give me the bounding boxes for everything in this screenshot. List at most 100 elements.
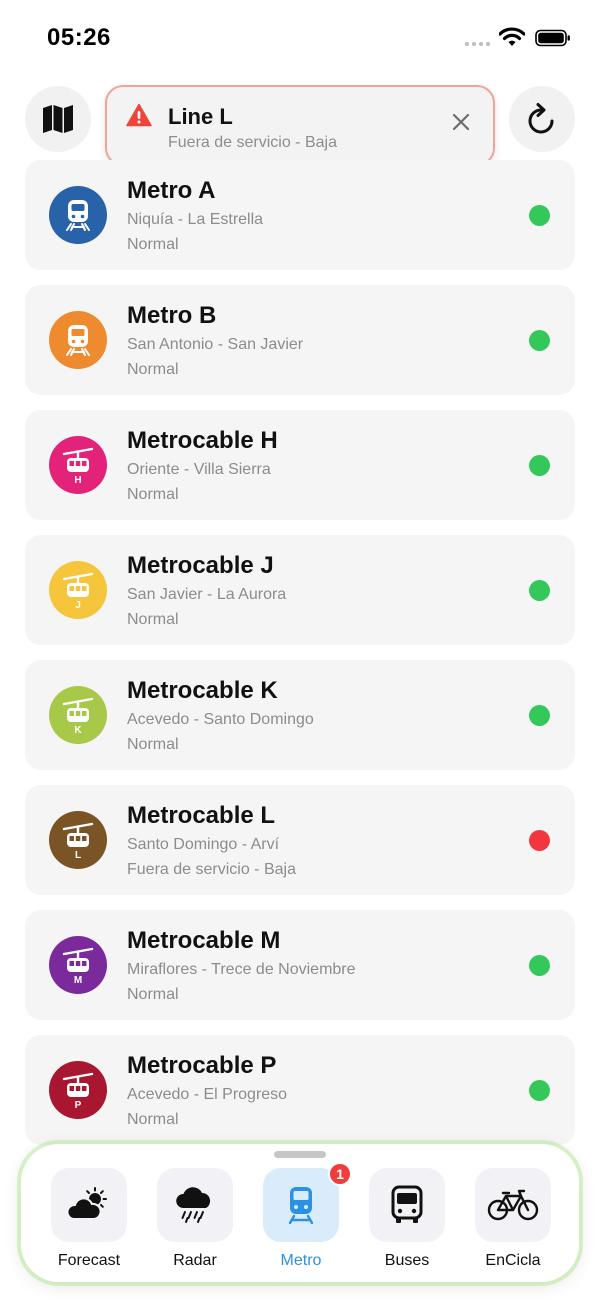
line-name: Metrocable L: [127, 802, 276, 829]
tab-icon-container: [263, 1168, 339, 1242]
alert-title: Line L: [168, 104, 233, 129]
line-card[interactable]: Metro B San Antonio - San Javier Normal: [25, 285, 575, 395]
line-name: Metrocable H: [127, 427, 278, 454]
line-card[interactable]: Metro A Niquía - La Estrella Normal: [25, 160, 575, 270]
tab-encicla[interactable]: EnCicla: [465, 1168, 561, 1278]
line-name: Metrocable P: [127, 1052, 277, 1079]
rain-cloud-icon: [176, 1187, 211, 1223]
line-status-text: Normal: [127, 611, 179, 628]
status-indicator-dot: [529, 1080, 550, 1101]
status-indicator-dot: [529, 330, 550, 351]
alert-subtitle: Fuera de servicio - Baja: [168, 134, 337, 151]
line-status-text: Normal: [127, 986, 179, 1003]
tab-icon-container: [157, 1168, 233, 1242]
line-badge: [49, 311, 107, 369]
tab-forecast[interactable]: Forecast: [41, 1168, 137, 1278]
svg-text:H: H: [74, 475, 81, 484]
tab-radar[interactable]: Radar: [147, 1168, 243, 1278]
gondola-icon: K: [62, 697, 94, 734]
line-route: Miraflores - Trece de Noviembre: [127, 961, 356, 978]
status-time: 05:26: [47, 24, 111, 51]
status-indicator-dot: [529, 580, 550, 601]
line-status-text: Normal: [127, 1111, 179, 1128]
train-icon: [66, 325, 90, 356]
map-button[interactable]: [25, 86, 91, 152]
sheet-grabber[interactable]: [274, 1151, 326, 1158]
line-route: Acevedo - El Progreso: [127, 1086, 288, 1103]
svg-text:P: P: [75, 1100, 82, 1109]
line-badge: P: [49, 1061, 107, 1119]
tab-icon-container: [369, 1168, 445, 1242]
line-card[interactable]: M Metrocable M Miraflores - Trece de Novie…: [25, 910, 575, 1020]
line-card[interactable]: H Metrocable H Oriente - Villa Sierra Norma…: [25, 410, 575, 520]
line-name: Metro A: [127, 177, 216, 204]
status-indicator-dot: [529, 205, 550, 226]
line-card[interactable]: K Metrocable K Acevedo - Santo Domingo Norm…: [25, 660, 575, 770]
tab-icon-container: [51, 1168, 127, 1242]
line-status-text: Normal: [127, 236, 179, 253]
status-indicator-dot: [529, 455, 550, 476]
line-route: Acevedo - Santo Domingo: [127, 711, 314, 728]
refresh-icon: [528, 103, 554, 134]
alert-close-button[interactable]: [446, 107, 476, 137]
gondola-icon: H: [62, 447, 94, 484]
line-route: Niquía - La Estrella: [127, 211, 264, 228]
status-indicator-dot: [529, 830, 550, 851]
svg-text:J: J: [75, 600, 81, 609]
bus-icon: [391, 1185, 423, 1223]
line-card[interactable]: P Metrocable P Acevedo - El Progreso Normal: [25, 1035, 575, 1145]
gondola-icon: M: [62, 947, 94, 984]
gondola-icon: P: [62, 1072, 94, 1109]
line-route: San Antonio - San Javier: [127, 336, 304, 353]
close-icon: [452, 113, 470, 131]
status-indicator-dot: [529, 705, 550, 726]
wifi-icon: [499, 27, 525, 46]
tab-label: Radar: [173, 1252, 217, 1269]
partly-sunny-icon: [66, 1187, 107, 1220]
bicycle-icon: [487, 1189, 539, 1221]
line-name: Metro B: [127, 302, 217, 329]
tram-icon: [288, 1187, 314, 1225]
line-badge: [49, 186, 107, 244]
line-name: Metrocable J: [127, 552, 274, 579]
map-icon: [43, 105, 73, 133]
line-badge: J: [49, 561, 107, 619]
svg-text:M: M: [74, 975, 82, 984]
svg-text:K: K: [74, 725, 82, 734]
tab-icon-container: [475, 1168, 551, 1242]
line-list: Metro A Niquía - La Estrella Normal Metro B…: [25, 160, 575, 1160]
tab-buses[interactable]: Buses: [359, 1168, 455, 1278]
notification-badge: 1: [328, 1162, 352, 1186]
status-indicator-dot: [529, 955, 550, 976]
line-card[interactable]: L Metrocable L Santo Domingo - Arví Fuera d…: [25, 785, 575, 895]
line-route: San Javier - La Aurora: [127, 586, 287, 603]
gondola-icon: J: [62, 572, 94, 609]
cellular-signal-icon: [465, 42, 490, 46]
line-badge: H: [49, 436, 107, 494]
warning-icon: [126, 103, 152, 127]
line-card[interactable]: J Metrocable J San Javier - La Aurora Norma…: [25, 535, 575, 645]
line-badge: L: [49, 811, 107, 869]
line-name: Metrocable M: [127, 927, 281, 954]
tab-bar: Forecast Radar 1 Metro Buses EnCicla: [21, 1144, 579, 1282]
line-route: Oriente - Villa Sierra: [127, 461, 271, 478]
status-bar: 05:26: [0, 0, 600, 70]
train-icon: [66, 200, 90, 231]
refresh-button[interactable]: [509, 86, 575, 152]
line-badge: K: [49, 686, 107, 744]
service-alert-banner[interactable]: Line L Fuera de servicio - Baja: [105, 85, 495, 166]
line-status-text: Normal: [127, 736, 179, 753]
line-status-text: Normal: [127, 361, 179, 378]
line-status-text: Normal: [127, 486, 179, 503]
gondola-icon: L: [62, 822, 94, 859]
tab-label: Metro: [280, 1252, 322, 1269]
tab-label: Forecast: [57, 1252, 121, 1269]
tab-label: Buses: [384, 1252, 430, 1269]
tab-label: EnCicla: [485, 1252, 541, 1269]
line-badge: M: [49, 936, 107, 994]
battery-icon: [535, 29, 570, 47]
tab-metro[interactable]: 1 Metro: [253, 1162, 352, 1278]
line-status-text: Fuera de servicio - Baja: [127, 861, 296, 878]
svg-text:L: L: [75, 850, 81, 859]
line-route: Santo Domingo - Arví: [127, 836, 280, 853]
